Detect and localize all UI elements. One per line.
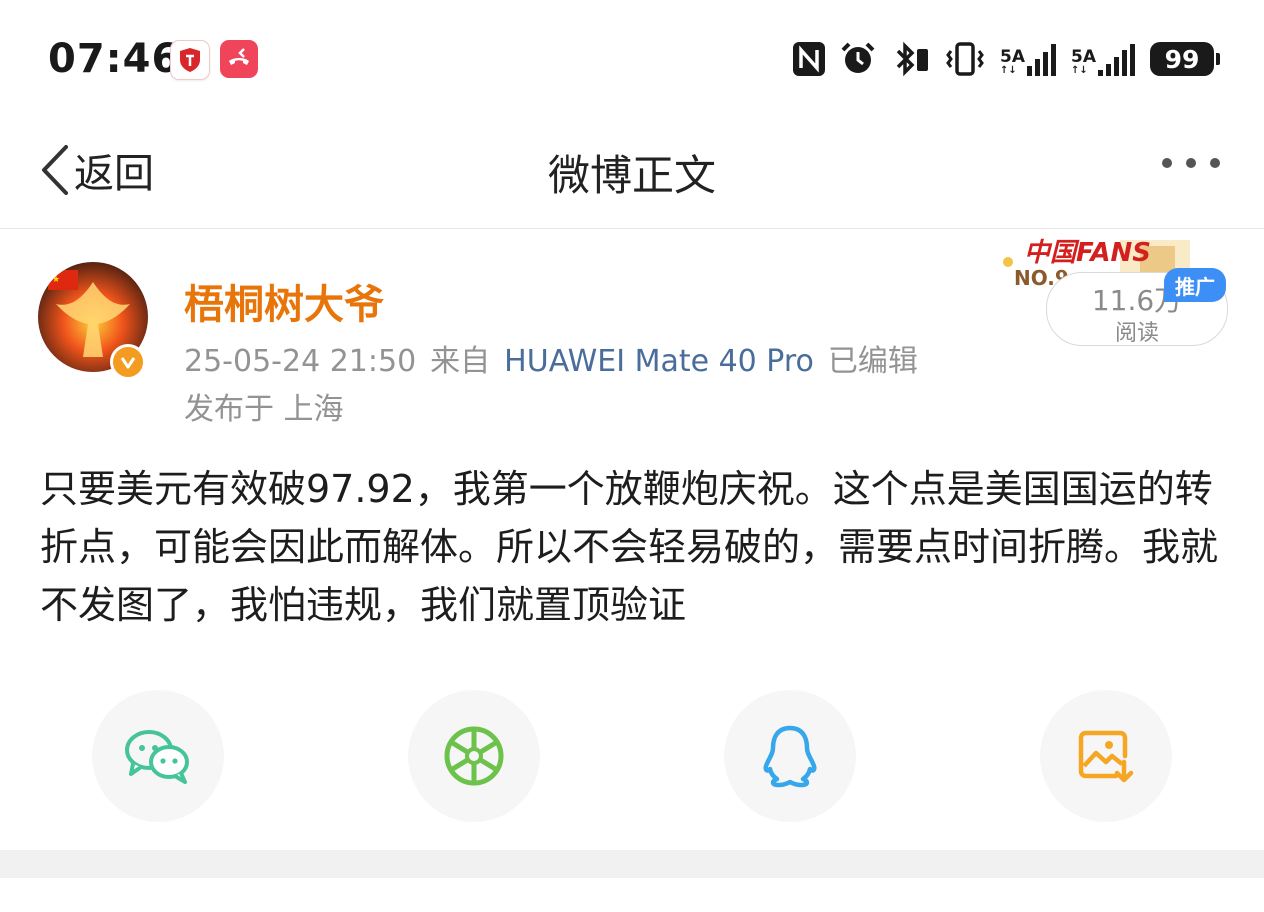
edited-label[interactable]: 已编辑 <box>828 344 918 379</box>
network-type-2: 5A <box>1071 47 1096 67</box>
page-title: 微博正文 <box>547 151 716 200</box>
moments-icon <box>444 726 504 786</box>
signal-1: 5A ↑↓ <box>1000 42 1057 76</box>
phone-app-icon <box>220 40 258 78</box>
verified-badge-icon <box>110 344 146 380</box>
status-bar: 07:46 5A ↑↓ 5A ↑↓ 99 <box>0 0 1264 120</box>
wechat-icon <box>125 730 189 784</box>
shield-app-icon <box>170 40 210 80</box>
device-link[interactable]: HUAWEI Mate 40 Pro <box>504 344 814 379</box>
post-timestamp: 25-05-24 21:50 <box>184 344 417 379</box>
share-moments-button[interactable] <box>408 690 540 822</box>
system-icons: 5A ↑↓ 5A ↑↓ 99 <box>792 38 1220 80</box>
source-prefix: 来自 <box>430 344 491 379</box>
fans-badge-title: 中国FANS <box>1024 238 1152 268</box>
post-meta: 25-05-24 21:50 来自 HUAWEI Mate 40 Pro 已编辑 <box>184 336 918 380</box>
promo-tag[interactable]: 推广 <box>1164 268 1226 302</box>
post-location: 发布于 上海 <box>184 392 344 427</box>
signal-icon <box>1098 44 1135 76</box>
section-divider <box>0 850 1264 878</box>
username[interactable]: 梧桐树大爷 <box>184 272 384 330</box>
dot-icon <box>1162 158 1172 168</box>
nfc-icon <box>793 42 825 76</box>
network-type-1: 5A <box>1000 47 1025 67</box>
signal-icon <box>1027 44 1056 76</box>
svg-text:★: ★ <box>52 275 60 285</box>
dot-icon <box>1186 158 1196 168</box>
more-options-button[interactable] <box>1162 158 1220 168</box>
share-wechat-button[interactable] <box>92 690 224 822</box>
nav-bar: 返回 微博正文 <box>0 120 1264 229</box>
signal-2: 5A ↑↓ <box>1071 42 1136 76</box>
read-label: 阅读 <box>1114 321 1159 346</box>
post-body: 只要美元有效破97.92，我第一个放鞭炮庆祝。这个点是美国国运的转折点，可能会因… <box>40 467 1219 627</box>
save-image-button[interactable] <box>1040 690 1172 822</box>
alarm-icon <box>841 42 875 73</box>
share-row <box>0 690 1264 822</box>
battery-icon: 99 <box>1150 42 1220 76</box>
dot-icon <box>1210 158 1220 168</box>
qq-icon <box>763 725 817 788</box>
vibrate-icon <box>946 42 984 76</box>
share-qq-button[interactable] <box>724 690 856 822</box>
status-time: 07:46 <box>48 36 181 82</box>
bluetooth-icon <box>896 41 928 77</box>
save-image-icon <box>1078 730 1134 783</box>
